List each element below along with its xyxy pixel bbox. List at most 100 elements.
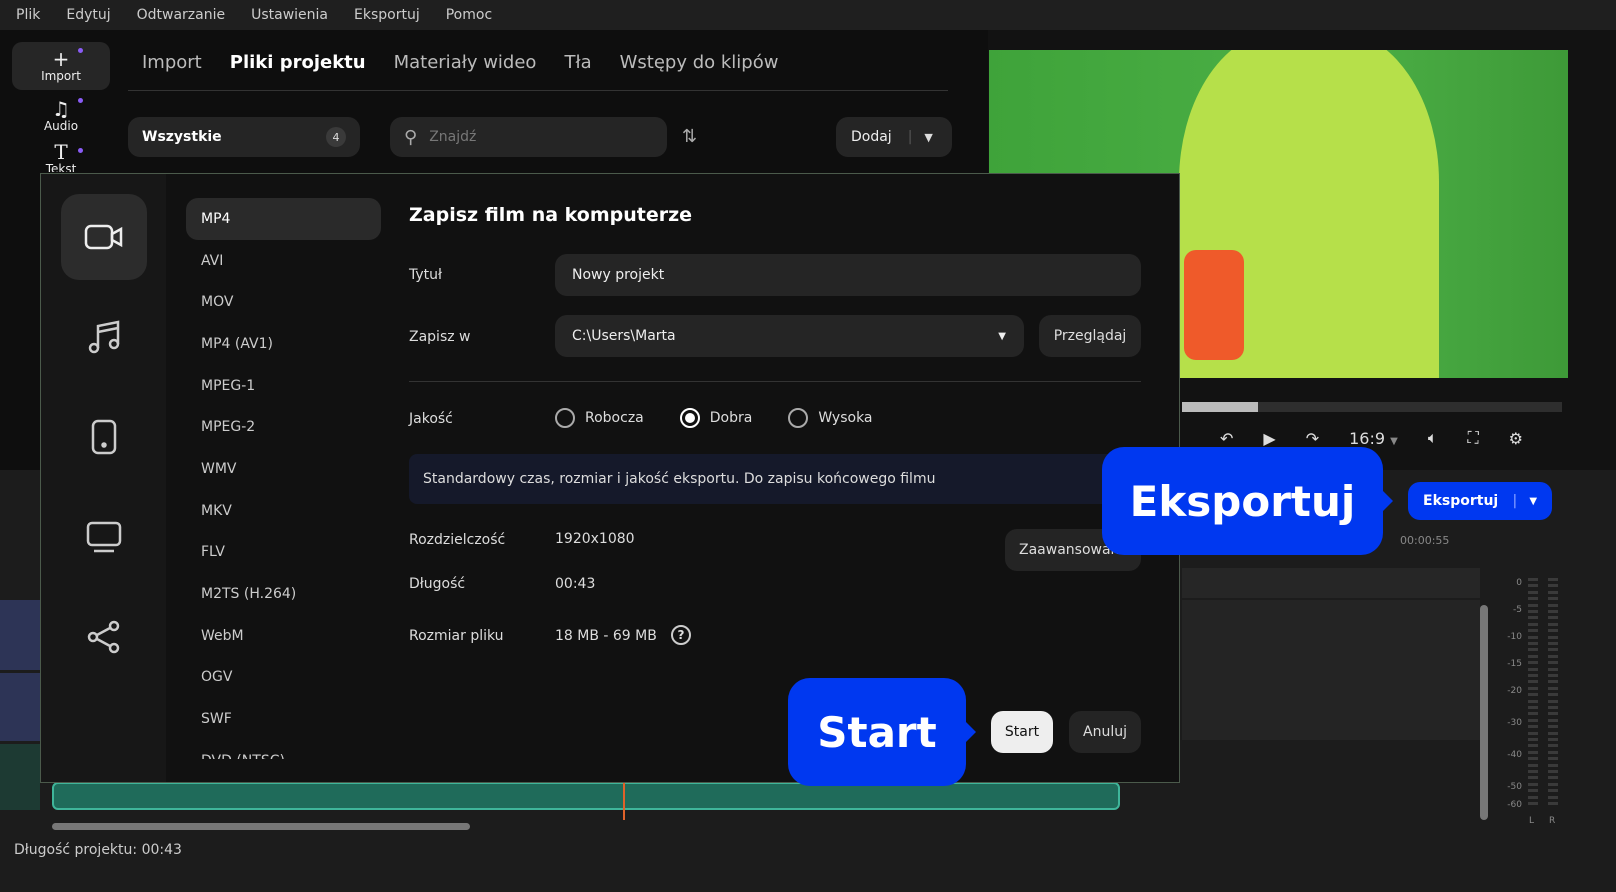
playhead[interactable] xyxy=(623,782,625,820)
dialog-title: Zapisz film na komputerze xyxy=(409,204,693,226)
quality-good-label: Dobra xyxy=(709,410,753,426)
help-icon[interactable]: ? xyxy=(671,625,691,645)
player-controls: ↶ ▶ ↷ 16:9 ▼ 🔈︎ ⛶ ⚙ xyxy=(1220,428,1523,448)
tab-videos[interactable]: Materiały wideo xyxy=(394,52,537,73)
meter-segment xyxy=(1528,578,1538,581)
format-item[interactable]: MKV xyxy=(186,490,381,532)
tab-import[interactable]: Import xyxy=(142,52,202,73)
meter-segment xyxy=(1528,712,1538,716)
resolution-label: Rozdzielczość xyxy=(409,532,506,548)
rail-import[interactable]: + Import xyxy=(12,42,110,90)
menu-bar: Plik Edytuj Odtwarzanie Ustawienia Ekspo… xyxy=(0,0,1616,30)
rail-audio-label: Audio xyxy=(43,119,79,133)
rewind-icon[interactable]: ↶ xyxy=(1220,429,1233,448)
meter-segment xyxy=(1548,578,1558,581)
gear-icon[interactable]: ⚙ xyxy=(1509,429,1523,448)
menu-help[interactable]: Pomoc xyxy=(446,7,492,23)
meter-tick-label: -60 xyxy=(1507,800,1522,810)
meter-segment xyxy=(1528,750,1538,754)
meter-segment xyxy=(1548,635,1558,639)
meter-segment xyxy=(1548,725,1558,729)
format-item[interactable]: AVI xyxy=(186,240,381,282)
video-camera-icon[interactable] xyxy=(61,194,147,280)
menu-playback[interactable]: Odtwarzanie xyxy=(137,7,225,23)
sort-icon[interactable]: ⇅ xyxy=(682,126,697,147)
format-item[interactable]: MPEG-1 xyxy=(186,365,381,407)
cancel-button[interactable]: Anuluj xyxy=(1069,711,1141,753)
menu-edit[interactable]: Edytuj xyxy=(66,7,110,23)
format-item[interactable]: WebM xyxy=(186,615,381,657)
vertical-scrollbar[interactable] xyxy=(1480,605,1488,820)
add-button[interactable]: Dodaj | ▼ xyxy=(836,117,952,157)
track-row xyxy=(1182,600,1480,740)
volume-icon[interactable]: 🔈︎ xyxy=(1428,428,1438,448)
fullscreen-icon[interactable]: ⛶ xyxy=(1467,428,1478,448)
track-row xyxy=(1182,568,1480,598)
tab-backgrounds[interactable]: Tła xyxy=(564,52,591,73)
filter-all[interactable]: Wszystkie 4 xyxy=(128,117,360,157)
meter-segment xyxy=(1528,642,1538,645)
format-item[interactable]: WMV xyxy=(186,448,381,490)
quality-draft-label: Robocza xyxy=(585,410,644,426)
time-marker: 00:00:55 xyxy=(1400,534,1450,547)
audio-track-header xyxy=(0,744,40,810)
format-item[interactable]: MPEG-2 xyxy=(186,406,381,448)
format-item[interactable]: MP4 xyxy=(186,198,381,240)
format-item[interactable]: DVD (NTSC) xyxy=(186,740,381,759)
meter-channel-label: R xyxy=(1549,816,1556,826)
export-callout: Eksportuj xyxy=(1102,447,1383,555)
meter-segment xyxy=(1528,610,1538,613)
chevron-down-icon: ▼ xyxy=(998,330,1006,342)
export-callout-text: Eksportuj xyxy=(1129,476,1356,526)
format-item[interactable]: MP4 (AV1) xyxy=(186,323,381,365)
search-placeholder: Znajdź xyxy=(429,129,477,145)
menu-settings[interactable]: Ustawienia xyxy=(251,7,328,23)
meter-segment xyxy=(1528,597,1538,601)
save-location-label: Zapisz w xyxy=(409,329,471,345)
music-icon[interactable] xyxy=(61,294,147,380)
meter-segment xyxy=(1528,616,1538,620)
export-button[interactable]: Eksportuj | ▼ xyxy=(1408,482,1552,520)
forward-icon[interactable]: ↷ xyxy=(1306,429,1319,448)
meter-tick-label: -50 xyxy=(1507,782,1522,792)
divider xyxy=(128,90,948,91)
rail-text[interactable]: T Tekst xyxy=(12,142,110,172)
meter-segment xyxy=(1528,725,1538,729)
meter-segment xyxy=(1548,776,1558,780)
tab-intros[interactable]: Wstępy do klipów xyxy=(620,52,779,73)
tab-project-files[interactable]: Pliki projektu xyxy=(230,52,366,73)
title-value: Nowy projekt xyxy=(572,267,665,283)
rail-audio[interactable]: ♫ Audio xyxy=(12,92,110,140)
preview-scrubber[interactable] xyxy=(1182,402,1562,412)
play-icon[interactable]: ▶ xyxy=(1263,429,1275,448)
menu-export[interactable]: Eksportuj xyxy=(354,7,420,23)
quality-high-radio[interactable]: Wysoka xyxy=(788,408,873,428)
meter-segment xyxy=(1528,693,1538,697)
save-location-select[interactable]: C:\Users\Marta ▼ xyxy=(555,315,1024,357)
audio-clip-waveform[interactable] xyxy=(52,782,1120,810)
meter-segment xyxy=(1548,731,1558,735)
menu-file[interactable]: Plik xyxy=(16,7,40,23)
meter-segment xyxy=(1548,610,1558,613)
format-item[interactable]: OGV xyxy=(186,657,381,699)
share-icon[interactable] xyxy=(61,594,147,680)
meter-segment xyxy=(1548,590,1558,594)
quality-good-radio[interactable]: Dobra xyxy=(679,408,753,428)
meter-segment xyxy=(1548,622,1558,626)
phone-icon[interactable] xyxy=(61,394,147,480)
title-input[interactable]: Nowy projekt xyxy=(555,254,1141,296)
tv-icon[interactable] xyxy=(61,494,147,580)
meter-segment xyxy=(1528,584,1538,588)
format-item[interactable]: FLV xyxy=(186,532,381,574)
horizontal-scrollbar[interactable] xyxy=(52,823,470,830)
format-item[interactable]: SWF xyxy=(186,698,381,740)
quality-draft-radio[interactable]: Robocza xyxy=(555,408,644,428)
search-input[interactable]: ⚲ Znajdź xyxy=(390,117,667,157)
meter-segment xyxy=(1548,770,1558,773)
aspect-select[interactable]: 16:9 ▼ xyxy=(1349,429,1398,448)
format-item[interactable]: MOV xyxy=(186,281,381,323)
browse-button[interactable]: Przeglądaj xyxy=(1039,315,1141,357)
meter-segment xyxy=(1548,674,1558,677)
format-item[interactable]: M2TS (H.264) xyxy=(186,573,381,615)
start-button[interactable]: Start xyxy=(991,711,1053,753)
